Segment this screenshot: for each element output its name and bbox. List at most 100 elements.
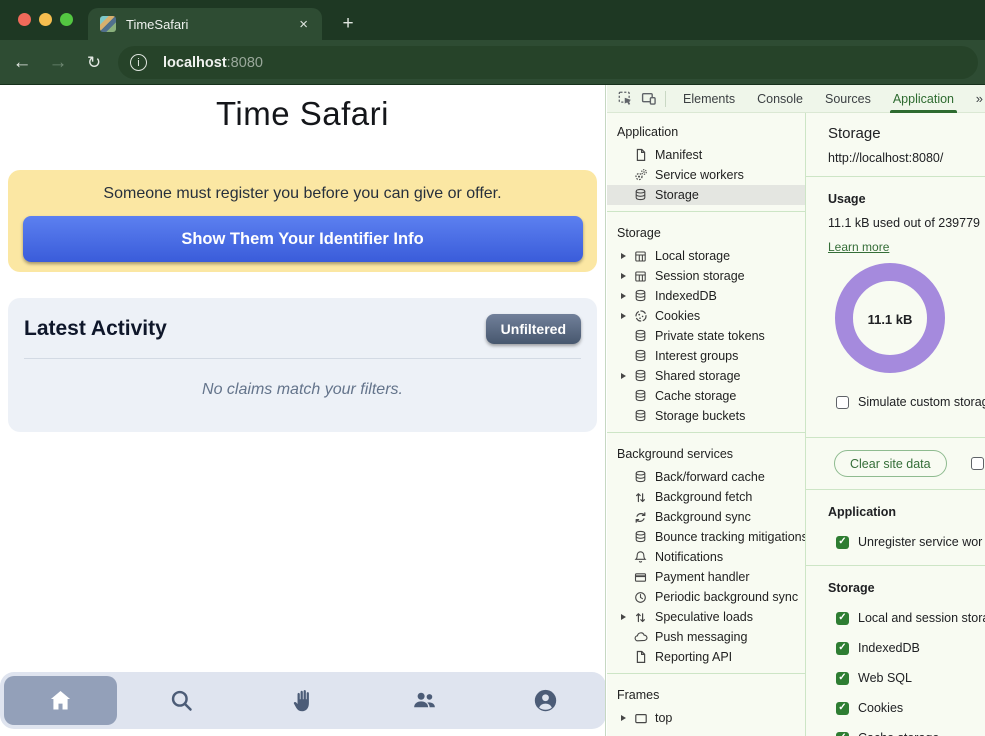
simulate-quota-checkbox[interactable] xyxy=(836,396,849,409)
devtools-tabbar: Elements Console Sources Application » xyxy=(607,85,985,113)
sidebar-item-notifications[interactable]: Notifications xyxy=(607,547,805,567)
more-tabs-icon[interactable]: » xyxy=(976,91,983,106)
include-third-party-checkbox[interactable] xyxy=(971,457,984,470)
expand-icon[interactable] xyxy=(621,293,629,299)
sidebar-item-push-messaging[interactable]: Push messaging xyxy=(607,627,805,647)
cache-storage-checkbox[interactable]: ✓ xyxy=(836,732,849,736)
back-button[interactable]: ← xyxy=(10,51,34,75)
expand-icon[interactable] xyxy=(621,715,629,721)
storage-panel: Storage http://localhost:8080/ Usage 11.… xyxy=(806,113,985,736)
expand-icon[interactable] xyxy=(621,313,629,319)
sidebar-item-storage-buckets[interactable]: Storage buckets xyxy=(607,406,805,426)
database-icon xyxy=(633,188,648,203)
sidebar-item-private-state-tokens[interactable]: Private state tokens xyxy=(607,326,805,346)
indexeddb-checkbox[interactable]: ✓ xyxy=(836,642,849,655)
database-icon xyxy=(633,369,648,384)
panel-divider xyxy=(806,437,985,438)
nav-profile[interactable] xyxy=(485,672,606,729)
home-active-pill[interactable] xyxy=(4,676,117,725)
expand-icon[interactable] xyxy=(621,273,629,279)
tab-close-button[interactable]: × xyxy=(295,15,312,34)
gears-icon xyxy=(633,168,648,183)
expand-icon[interactable] xyxy=(621,253,629,259)
tabbar-separator xyxy=(665,91,666,107)
nav-home[interactable] xyxy=(0,672,121,729)
application-heading: Application xyxy=(828,505,985,519)
zoom-window-button[interactable] xyxy=(60,13,73,26)
sidebar-item-top-frame[interactable]: top xyxy=(607,708,805,728)
unregister-sw-row: ✓ Unregister service wor xyxy=(836,535,985,549)
sidebar-item-service-workers[interactable]: Service workers xyxy=(607,165,805,185)
database-icon xyxy=(633,289,648,304)
home-icon xyxy=(47,687,74,714)
tab-console[interactable]: Console xyxy=(746,85,814,113)
alert-message: Someone must register you before you can… xyxy=(8,185,597,203)
device-toolbar-icon[interactable] xyxy=(639,89,659,109)
inspect-element-icon[interactable] xyxy=(615,89,635,109)
section-frames: Frames xyxy=(607,680,805,708)
learn-more-link[interactable]: Learn more xyxy=(828,240,889,254)
people-icon xyxy=(411,687,438,714)
sidebar-item-manifest[interactable]: Manifest xyxy=(607,145,805,165)
sidebar-item-reporting-api[interactable]: Reporting API xyxy=(607,647,805,667)
sidebar-item-background-fetch[interactable]: Background fetch xyxy=(607,487,805,507)
tab-elements[interactable]: Elements xyxy=(672,85,746,113)
nav-offers[interactable] xyxy=(242,672,363,729)
reload-button[interactable]: ↻ xyxy=(82,51,106,75)
unregister-sw-checkbox[interactable]: ✓ xyxy=(836,536,849,549)
browser-titlebar: TimeSafari × + xyxy=(0,0,985,40)
bottom-navigation xyxy=(0,672,606,729)
clear-site-data-button[interactable]: Clear site data xyxy=(834,450,947,477)
local-session-storage-checkbox[interactable]: ✓ xyxy=(836,612,849,625)
forward-button[interactable]: → xyxy=(46,51,70,75)
nav-search[interactable] xyxy=(121,672,242,729)
profile-icon xyxy=(532,687,559,714)
sidebar-item-payment-handler[interactable]: Payment handler xyxy=(607,567,805,587)
sidebar-item-background-sync[interactable]: Background sync xyxy=(607,507,805,527)
sidebar-divider xyxy=(607,673,805,674)
unfiltered-button[interactable]: Unfiltered xyxy=(486,314,581,344)
document-icon xyxy=(633,148,648,163)
tab-application[interactable]: Application xyxy=(882,85,965,113)
sidebar-item-periodic-background-sync[interactable]: Periodic background sync xyxy=(607,587,805,607)
simulate-quota-row: Simulate custom storag xyxy=(836,395,985,409)
expand-icon[interactable] xyxy=(621,614,629,620)
traffic-lights xyxy=(18,13,73,26)
web-sql-checkbox[interactable]: ✓ xyxy=(836,672,849,685)
address-bar[interactable]: i localhost:8080 xyxy=(118,46,978,79)
local-session-storage-row: ✓ Local and session stora xyxy=(836,611,985,625)
sidebar-item-bounce-tracking-mitigations[interactable]: Bounce tracking mitigations xyxy=(607,527,805,547)
close-window-button[interactable] xyxy=(18,13,31,26)
nav-contacts[interactable] xyxy=(364,672,485,729)
sidebar-item-cache-storage[interactable]: Cache storage xyxy=(607,386,805,406)
usage-text: 11.1 kB used out of 239779 xyxy=(828,216,985,230)
web-sql-row: ✓ Web SQL xyxy=(836,671,985,685)
sidebar-item-shared-storage[interactable]: Shared storage xyxy=(607,366,805,386)
tab-sources[interactable]: Sources xyxy=(814,85,882,113)
storage-heading: Storage xyxy=(828,581,985,595)
clear-site-data-row: Clear site data in xyxy=(834,450,985,477)
browser-tab[interactable]: TimeSafari × xyxy=(88,8,322,40)
bell-icon xyxy=(633,550,648,565)
section-storage: Storage xyxy=(607,218,805,246)
expand-icon[interactable] xyxy=(621,373,629,379)
cookies-row: ✓ Cookies xyxy=(836,701,985,715)
sidebar-item-cookies[interactable]: Cookies xyxy=(607,306,805,326)
sidebar-item-storage[interactable]: Storage xyxy=(607,185,805,205)
registration-alert: Someone must register you before you can… xyxy=(8,170,597,272)
sidebar-item-speculative-loads[interactable]: Speculative loads xyxy=(607,607,805,627)
panel-origin: http://localhost:8080/ xyxy=(828,151,985,165)
cookies-checkbox[interactable]: ✓ xyxy=(836,702,849,715)
sidebar-item-local-storage[interactable]: Local storage xyxy=(607,246,805,266)
donut-label: 11.1 kB xyxy=(834,312,946,327)
sidebar-item-back-forward-cache[interactable]: Back/forward cache xyxy=(607,467,805,487)
sidebar-item-indexeddb[interactable]: IndexedDB xyxy=(607,286,805,306)
new-tab-button[interactable]: + xyxy=(336,12,360,36)
minimize-window-button[interactable] xyxy=(39,13,52,26)
site-info-icon[interactable]: i xyxy=(130,54,147,71)
tab-title: TimeSafari xyxy=(126,17,295,32)
sidebar-item-interest-groups[interactable]: Interest groups xyxy=(607,346,805,366)
show-identifier-button[interactable]: Show Them Your Identifier Info xyxy=(23,216,583,262)
cache-storage-row: ✓ Cache storage xyxy=(836,731,985,736)
sidebar-item-session-storage[interactable]: Session storage xyxy=(607,266,805,286)
